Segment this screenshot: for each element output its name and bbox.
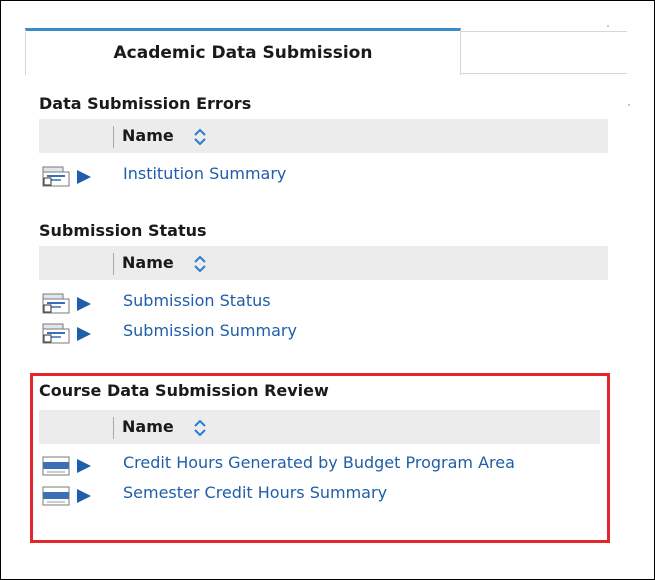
report-icon [42,323,91,344]
column-header: Name [39,410,600,444]
column-separator [113,126,114,148]
report-link-submission-status[interactable]: Submission Status [123,291,271,310]
column-header-name[interactable]: Name [122,253,174,272]
window-frame: Academic Data Submission Data Submission… [0,0,655,580]
report-link-institution-summary[interactable]: Institution Summary [123,164,286,183]
decorative-dot [607,25,609,27]
list-item[interactable]: Semester Credit Hours Summary [41,481,621,507]
tab-bar-empty-area [460,31,627,74]
tab-label: Academic Data Submission [113,43,373,63]
sort-icon[interactable] [193,127,207,147]
column-header: Name [39,119,608,153]
report-link-submission-summary[interactable]: Submission Summary [123,321,297,340]
tab-academic-data-submission[interactable]: Academic Data Submission [25,28,461,75]
sort-icon[interactable] [193,418,207,438]
column-header-name[interactable]: Name [122,417,174,436]
html-report-icon [42,486,91,506]
section-title-data-submission-errors: Data Submission Errors [39,94,252,113]
report-icon [42,293,91,314]
column-header: Name [39,246,608,280]
html-report-icon [42,456,91,476]
tab-bar: Academic Data Submission [25,28,627,75]
list-item[interactable]: Submission Status [41,289,621,315]
column-separator [113,253,114,275]
report-link-semester-credit-hours-summary[interactable]: Semester Credit Hours Summary [123,483,387,502]
column-header-name[interactable]: Name [122,126,174,145]
sort-icon[interactable] [193,254,207,274]
section-title-submission-status: Submission Status [39,221,207,240]
report-icon [42,166,91,187]
section-title-course-data-submission-review: Course Data Submission Review [39,381,329,400]
list-item[interactable]: Submission Summary [41,319,621,345]
list-item[interactable]: Institution Summary [41,162,621,188]
report-link-credit-hours-by-budget-program-area[interactable]: Credit Hours Generated by Budget Program… [123,453,515,472]
list-item[interactable]: Credit Hours Generated by Budget Program… [41,451,621,477]
decorative-dot [628,104,630,106]
column-separator [113,417,114,439]
